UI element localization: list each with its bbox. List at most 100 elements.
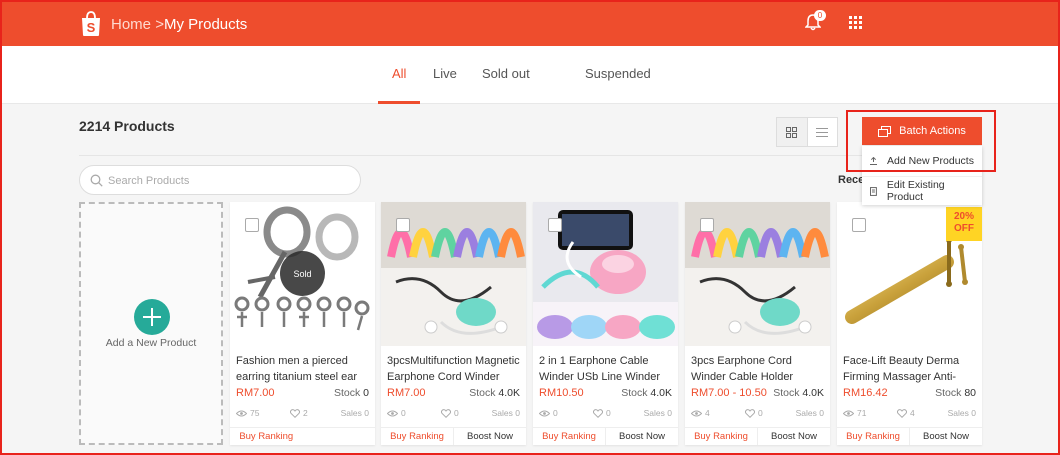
heart-icon (290, 408, 300, 418)
add-product-card[interactable]: Add a New Product (79, 202, 223, 445)
views-stat: 75 (236, 408, 259, 418)
card-actions: Buy Ranking Boost Now (381, 427, 526, 445)
notification-badge: 0 (814, 10, 826, 21)
product-name[interactable]: Face-Lift Beauty Derma Firming Massager … (843, 353, 977, 385)
product-stock: Stock 80 (935, 387, 976, 399)
views-stat: 0 (539, 408, 558, 418)
select-checkbox[interactable] (700, 218, 714, 232)
stock-value: 4.0K (650, 387, 672, 399)
heart-icon (593, 408, 603, 418)
product-card[interactable]: 2 in 1 Earphone Cable Winder USb Line Wi… (533, 202, 678, 445)
product-price: RM7.00 - 10.50 (691, 387, 767, 399)
product-stock: Stock 4.0K (773, 387, 824, 399)
add-product-label: Add a New Product (105, 337, 197, 349)
product-price: RM10.50 (539, 387, 584, 399)
views-stat: 4 (691, 408, 710, 418)
buy-ranking-button[interactable]: Buy Ranking (533, 428, 605, 445)
product-stats: 75 2 Sales 0 (236, 408, 369, 420)
breadcrumb: Home >My Products (111, 16, 247, 33)
recent-label: Rece (838, 174, 865, 186)
select-checkbox[interactable] (852, 218, 866, 232)
list-view-icon (816, 127, 829, 137)
product-name[interactable]: 3pcs Earphone Cord Winder Cable Holder O… (691, 353, 825, 385)
likes-stat: 0 (441, 408, 459, 418)
edit-file-icon (870, 186, 877, 196)
product-name[interactable]: 2 in 1 Earphone Cable Winder USb Line Wi… (539, 353, 673, 385)
heart-icon (897, 408, 907, 418)
list-view-button[interactable] (808, 118, 838, 146)
sold-badge: Sold (280, 251, 325, 296)
shopee-logo-icon[interactable]: S (80, 11, 102, 37)
menu-item-edit-existing-product[interactable]: Edit Existing Product (862, 176, 982, 205)
eye-icon (843, 410, 854, 416)
sales-stat: Sales 0 (795, 408, 824, 418)
stock-value: 4.0K (498, 387, 520, 399)
product-card[interactable]: 3pcsMultifunction Magnetic Earphone Cord… (381, 202, 526, 445)
tab-sold-out[interactable]: Sold out (482, 66, 530, 81)
product-card[interactable]: 20% OFF Face-Lift Beauty Derma Firming M… (837, 202, 982, 445)
card-actions: Buy Ranking Boost Now (533, 427, 678, 445)
select-checkbox[interactable] (548, 218, 562, 232)
status-tabs: All Live Sold out Suspended (0, 46, 1060, 104)
product-card[interactable]: Sold Fashion men a pierced earring titan… (230, 202, 375, 445)
apps-grid-icon[interactable] (849, 16, 862, 29)
likes-stat: 0 (745, 408, 763, 418)
empty-action-slot (303, 428, 376, 445)
heart-icon (441, 408, 451, 418)
product-price: RM7.00 (387, 387, 426, 399)
product-name[interactable]: Fashion men a pierced earring titanium s… (236, 353, 370, 385)
eye-icon (387, 410, 398, 416)
product-name[interactable]: 3pcsMultifunction Magnetic Earphone Cord… (387, 353, 521, 385)
boost-now-button[interactable]: Boost Now (605, 428, 678, 445)
product-price: RM7.00 (236, 387, 275, 399)
top-bar: S Home >My Products 0 (0, 0, 1060, 46)
product-price: RM16.42 (843, 387, 888, 399)
search-icon (90, 174, 103, 187)
stock-value: 4.0K (802, 387, 824, 399)
select-checkbox[interactable] (396, 218, 410, 232)
product-stats: 0 0 Sales 0 (387, 408, 520, 420)
grid-view-button[interactable] (777, 118, 808, 146)
active-tab-indicator (378, 101, 420, 104)
boost-now-button[interactable]: Boost Now (453, 428, 526, 445)
product-stock: Stock 0 (333, 387, 369, 399)
buy-ranking-button[interactable]: Buy Ranking (230, 428, 303, 445)
likes-stat: 2 (290, 408, 308, 418)
logo-letter: S (87, 20, 96, 35)
divider (79, 155, 979, 156)
eye-icon (691, 410, 702, 416)
product-stock: Stock 4.0K (621, 387, 672, 399)
product-stats: 4 0 Sales 0 (691, 408, 824, 420)
boost-now-button[interactable]: Boost Now (909, 428, 982, 445)
buy-ranking-button[interactable]: Buy Ranking (685, 428, 757, 445)
discount-badge: 20% OFF (946, 207, 982, 241)
boost-now-button[interactable]: Boost Now (757, 428, 830, 445)
views-stat: 71 (843, 408, 866, 418)
menu-item-label: Edit Existing Product (886, 179, 945, 203)
product-stats: 71 4 Sales 0 (843, 408, 976, 420)
product-card[interactable]: 3pcs Earphone Cord Winder Cable Holder O… (685, 202, 830, 445)
sales-stat: Sales 0 (947, 408, 976, 418)
buy-ranking-button[interactable]: Buy Ranking (381, 428, 453, 445)
add-icon[interactable] (134, 299, 170, 335)
search-input[interactable] (108, 172, 348, 190)
search-box (79, 165, 361, 195)
card-actions: Buy Ranking (230, 427, 375, 445)
tab-all[interactable]: All (392, 66, 406, 81)
likes-stat: 4 (897, 408, 915, 418)
product-count: 2214 Products (79, 118, 175, 134)
product-stats: 0 0 Sales 0 (539, 408, 672, 420)
tab-suspended[interactable]: Suspended (585, 66, 651, 81)
card-actions: Buy Ranking Boost Now (685, 427, 830, 445)
batch-highlight-box (846, 110, 996, 172)
breadcrumb-home[interactable]: Home (111, 16, 151, 33)
card-actions: Buy Ranking Boost Now (837, 427, 982, 445)
breadcrumb-current: My Products (163, 16, 248, 33)
stock-value: 0 (363, 387, 369, 399)
heart-icon (745, 408, 755, 418)
eye-icon (236, 410, 247, 416)
view-toggle (776, 117, 838, 147)
tab-live[interactable]: Live (433, 66, 457, 81)
buy-ranking-button[interactable]: Buy Ranking (837, 428, 909, 445)
select-checkbox[interactable] (245, 218, 259, 232)
